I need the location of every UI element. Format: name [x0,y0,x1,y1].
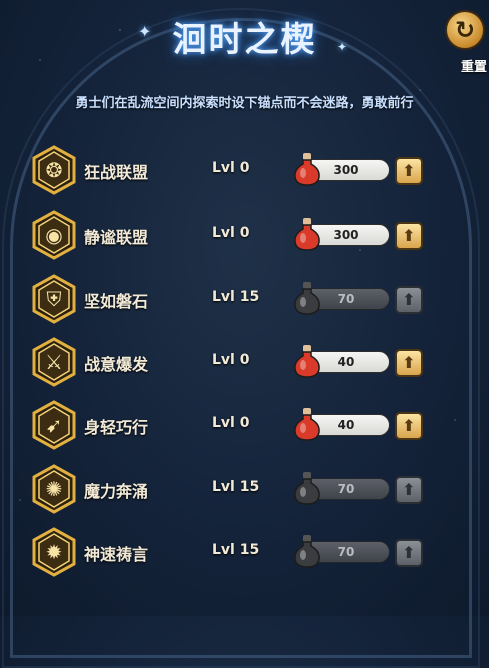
potion-icon [292,470,322,506]
svg-text:✹: ✹ [46,540,63,564]
magic-orb-icon: ✺ [30,464,78,514]
potion-icon [292,280,322,316]
skill-level: Lvl 15 [212,542,260,558]
arrow-up-icon: ⬆ [402,226,416,245]
potion-icon [292,343,322,379]
upgrade-button[interactable]: ⬆ [395,539,423,567]
arrow-up-icon: ⬆ [402,416,416,435]
skill-row: ◉ 静谧联盟 Lvl 0 300 ⬆ [0,210,489,260]
eye-emblem-icon: ◉ [30,210,78,260]
shield-icon: ⛨ [30,274,78,324]
skill-level: Lvl 0 [212,415,250,431]
arrow-up-icon: ⬆ [402,480,416,499]
reset-label[interactable]: 重置 [461,56,487,75]
arrow-up-icon: ⬆ [402,290,416,309]
upgrade-button[interactable]: ⬆ [395,476,423,504]
potion-icon [292,406,322,442]
arrow-up-icon: ⬆ [402,543,416,562]
skill-row: ✹ 神速祷言 Lvl 15 70 ⬆ [0,527,489,577]
skill-name: 狂战联盟 [84,163,149,182]
upgrade-button[interactable]: ⬆ [395,412,423,440]
arrow-up-icon: ⬆ [402,161,416,180]
upgrade-button[interactable]: ⬆ [395,286,423,314]
skill-row: ⛨ 坚如磐石 Lvl 15 70 ⬆ [0,274,489,324]
skill-row: ⚔ 战意爆发 Lvl 0 40 ⬆ [0,337,489,387]
skill-name: 战意爆发 [84,355,149,374]
dash-icon: ➹ [30,400,78,450]
skill-row: ✺ 魔力奔涌 Lvl 15 70 ⬆ [0,464,489,514]
svg-text:➹: ➹ [46,413,63,437]
svg-text:⚔: ⚔ [45,350,63,374]
potion-icon [292,216,322,252]
reset-button[interactable]: ↻ [445,10,485,50]
upgrade-button[interactable]: ⬆ [395,222,423,250]
arrow-up-icon: ⬆ [402,353,416,372]
skill-level: Lvl 15 [212,289,260,305]
skill-row: ➹ 身轻巧行 Lvl 0 40 ⬆ [0,400,489,450]
svg-text:❂: ❂ [46,158,63,182]
skill-name: 神速祷言 [84,545,149,564]
svg-text:⛨: ⛨ [47,287,62,311]
claw-emblem-icon: ❂ [30,145,78,195]
skill-row: ❂ 狂战联盟 Lvl 0 300 ⬆ [0,145,489,195]
skill-level: Lvl 0 [212,160,250,176]
svg-text:◉: ◉ [45,223,62,247]
winged-axe-icon: ⚔ [30,337,78,387]
skill-name: 坚如磐石 [84,292,149,311]
potion-icon [292,151,322,187]
potion-icon [292,533,322,569]
skill-name: 身轻巧行 [84,418,149,437]
skill-name: 静谧联盟 [84,228,149,247]
skill-name: 魔力奔涌 [84,482,149,501]
upgrade-button[interactable]: ⬆ [395,157,423,185]
radiant-flame-icon: ✹ [30,527,78,577]
skill-level: Lvl 0 [212,225,250,241]
skill-level: Lvl 15 [212,479,260,495]
page-title: 洄时之楔 [172,20,317,60]
page-subtitle: 勇士们在乱流空间内探索时设下锚点而不会迷路，勇敢前行 [75,96,414,111]
skill-level: Lvl 0 [212,352,250,368]
upgrade-button[interactable]: ⬆ [395,349,423,377]
svg-text:✺: ✺ [46,477,63,501]
refresh-icon: ↻ [454,16,476,44]
